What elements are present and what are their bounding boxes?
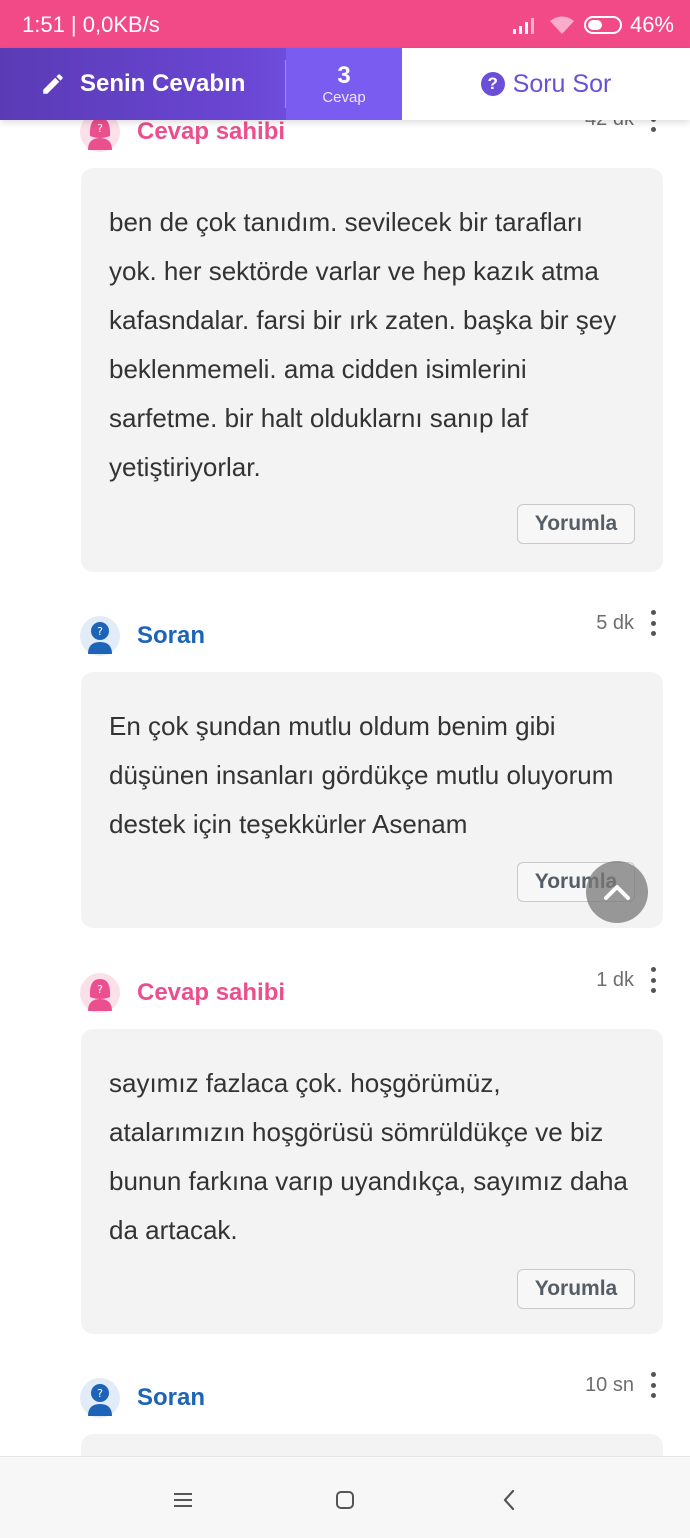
- female-user-icon: ?: [88, 979, 112, 1011]
- comment-bubble: En çok şundan mutlu oldum benim gibi düş…: [81, 672, 663, 928]
- menu-icon[interactable]: [168, 1485, 198, 1515]
- battery-level: 46%: [629, 12, 674, 37]
- comment-author[interactable]: Soran: [137, 1384, 205, 1412]
- comment-text: En çok şundan mutlu oldum benim gibi düş…: [109, 711, 614, 839]
- comment-bubble: [81, 1434, 663, 1456]
- question-circle-icon: ?: [480, 72, 505, 96]
- comment-author[interactable]: Soran: [137, 622, 205, 650]
- answer-count[interactable]: 3 Cevap: [286, 48, 402, 120]
- comment-time: 1 dk: [596, 969, 634, 991]
- battery-icon: [583, 16, 622, 34]
- comment-bubble: sayımız fazlaca çok. hoşgörümüz, ataları…: [81, 1029, 663, 1334]
- comment-time: 5 dk: [596, 612, 634, 634]
- status-time: 1:51 | 0,0KB/s: [22, 12, 160, 37]
- comment-text: ben de çok tanıdım. sevilecek bir tarafl…: [109, 207, 617, 482]
- comment-author[interactable]: Cevap sahibi: [137, 979, 285, 1007]
- back-icon[interactable]: [494, 1485, 524, 1515]
- pencil-icon: [43, 74, 63, 94]
- your-answer-button[interactable]: Senin Cevabın: [40, 48, 245, 120]
- system-nav-bar: [0, 1456, 690, 1538]
- wifi-icon: [549, 16, 574, 34]
- owner-avatar[interactable]: ?: [80, 973, 120, 1013]
- owner-avatar[interactable]: ?: [80, 120, 120, 152]
- more-vert-icon[interactable]: [650, 610, 656, 636]
- anonymous-user-icon: ?: [88, 1384, 112, 1416]
- reply-button[interactable]: Yorumla: [517, 504, 635, 544]
- svg-text:?: ?: [97, 983, 103, 996]
- comment-text: sayımız fazlaca çok. hoşgörümüz, ataları…: [109, 1068, 628, 1245]
- status-icons: 46%: [512, 12, 674, 38]
- signal-icon: [512, 18, 534, 34]
- svg-text:?: ?: [97, 625, 103, 638]
- comment-thread: ? Cevap sahibi 42 dk ben de çok tanıdım.…: [0, 120, 690, 1456]
- more-vert-icon[interactable]: [650, 120, 656, 132]
- answer-count-label: Cevap: [322, 88, 366, 106]
- ask-question-label: Soru Sor: [512, 69, 612, 98]
- comment-time: 10 sn: [585, 1374, 634, 1396]
- comment-time: 42 dk: [585, 120, 634, 131]
- home-square-icon[interactable]: [330, 1485, 360, 1515]
- female-user-icon: ?: [88, 120, 112, 150]
- comment-author[interactable]: Cevap sahibi: [137, 120, 285, 146]
- your-answer-section: Senin Cevabın 3 Cevap: [0, 48, 402, 120]
- scroll-to-top-button[interactable]: [586, 861, 648, 923]
- chevron-up-icon: [604, 885, 630, 900]
- asker-avatar[interactable]: ?: [80, 1378, 120, 1418]
- svg-text:?: ?: [97, 122, 103, 135]
- comment-bubble: ben de çok tanıdım. sevilecek bir tarafl…: [81, 168, 663, 572]
- status-bar: 1:51 | 0,0KB/s 46%: [0, 0, 690, 48]
- more-vert-icon[interactable]: [650, 967, 656, 993]
- asker-avatar[interactable]: ?: [80, 616, 120, 656]
- answer-count-number: 3: [337, 61, 351, 89]
- more-vert-icon[interactable]: [650, 1372, 656, 1398]
- anonymous-user-icon: ?: [88, 622, 112, 654]
- comment-header: ? Soran 10 sn: [80, 1372, 670, 1422]
- svg-text:?: ?: [97, 1387, 103, 1400]
- comment-header: ? Cevap sahibi 42 dk: [80, 120, 670, 156]
- answer-toolbar: Senin Cevabın 3 Cevap ? Soru Sor: [0, 48, 690, 120]
- ask-question-button[interactable]: ? Soru Sor: [402, 48, 690, 120]
- comment-header: ? Cevap sahibi 1 dk: [80, 967, 670, 1017]
- reply-button[interactable]: Yorumla: [517, 1269, 635, 1309]
- your-answer-label: Senin Cevabın: [80, 70, 246, 97]
- comment-header: ? Soran 5 dk: [80, 610, 670, 660]
